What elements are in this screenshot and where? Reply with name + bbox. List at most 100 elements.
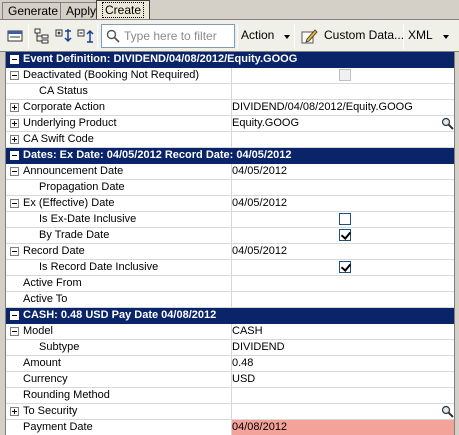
checkbox[interactable] [339, 229, 351, 241]
property-value-cell[interactable]: 04/05/2012 [231, 244, 454, 259]
property-row[interactable]: Active From [6, 276, 454, 292]
property-name: CA Swift Code [23, 133, 94, 145]
filter-box[interactable] [101, 24, 235, 48]
property-name: CA Status [39, 85, 88, 97]
collapse-icon[interactable] [10, 55, 19, 64]
property-row[interactable]: By Trade Date [6, 228, 454, 244]
property-value-cell[interactable] [231, 228, 454, 243]
property-value: USD [232, 373, 256, 385]
property-name: Payment Date [23, 421, 93, 433]
property-row[interactable]: Ex (Effective) Date 04/05/2012 [6, 196, 454, 212]
collapse-icon[interactable] [10, 327, 19, 336]
property-value-cell[interactable]: DIVIDEND [231, 340, 454, 355]
property-name: Corporate Action [23, 101, 105, 113]
tab-create[interactable]: Create [96, 0, 151, 20]
property-value-cell[interactable]: USD [231, 372, 454, 387]
property-value-cell[interactable]: 04/08/2012 [231, 420, 454, 435]
toolbar-separator [237, 24, 238, 49]
expand-all-icon[interactable] [55, 27, 73, 45]
property-value: Equity.GOOG [232, 117, 300, 129]
section-title: Event Definition: DIVIDEND/04/08/2012/Eq… [23, 53, 298, 65]
property-row[interactable]: Announcement Date 04/05/2012 [6, 164, 454, 180]
property-value-cell[interactable]: 0.48 [231, 356, 454, 371]
collapse-icon[interactable] [10, 247, 19, 256]
property-row[interactable]: CA Status [6, 84, 454, 100]
collapse-all-icon[interactable] [77, 27, 95, 45]
property-name: Ex (Effective) Date [23, 197, 115, 209]
property-value-cell[interactable]: CASH [231, 324, 454, 339]
section-header[interactable]: Event Definition: DIVIDEND/04/08/2012/Eq… [6, 52, 454, 68]
property-row[interactable]: Is Record Date Inclusive [6, 260, 454, 276]
checkbox[interactable] [339, 261, 351, 273]
property-value-cell[interactable]: 04/05/2012 [231, 196, 454, 211]
property-value-cell[interactable] [231, 68, 454, 83]
collapse-icon[interactable] [10, 71, 19, 80]
tab-generate[interactable]: Generate [2, 2, 65, 20]
property-value-cell[interactable] [231, 276, 454, 291]
property-value: CASH [232, 325, 263, 337]
property-value-cell[interactable] [231, 212, 454, 227]
property-row[interactable]: Rounding Method [6, 388, 454, 404]
toolbar: Action Custom Data... XML [0, 19, 459, 52]
property-row[interactable]: Record Date 04/05/2012 [6, 244, 454, 260]
property-value-cell[interactable] [231, 388, 454, 403]
property-value: 04/05/2012 [232, 165, 288, 177]
expand-icon[interactable] [10, 103, 19, 112]
action-dropdown[interactable]: Action [241, 24, 292, 49]
collapse-icon[interactable] [10, 199, 19, 208]
properties-icon[interactable] [6, 27, 24, 45]
expand-icon[interactable] [10, 135, 19, 144]
property-row[interactable]: CA Swift Code [6, 132, 454, 148]
edit-icon[interactable] [300, 27, 318, 45]
property-row[interactable]: Corporate Action DIVIDEND/04/08/2012/Equi… [6, 100, 454, 116]
property-value-cell[interactable]: Equity.GOOG [231, 116, 454, 131]
property-value-cell[interactable] [231, 292, 454, 307]
property-value-cell[interactable] [231, 132, 454, 147]
collapse-icon[interactable] [10, 311, 19, 320]
property-row[interactable]: Underlying Product Equity.GOOG [6, 116, 454, 132]
property-row[interactable]: Deactivated (Booking Not Required) [6, 68, 454, 84]
property-row[interactable]: To Security [6, 404, 454, 420]
property-value: DIVIDEND/04/08/2012/Equity.GOOG [232, 101, 413, 113]
section-header[interactable]: CASH: 0.48 USD Pay Date 04/08/2012 [6, 308, 454, 324]
tree-view-icon[interactable] [33, 27, 51, 45]
checkbox[interactable] [339, 213, 351, 225]
collapse-icon[interactable] [10, 151, 19, 160]
collapse-icon[interactable] [10, 167, 19, 176]
property-name: Underlying Product [23, 117, 117, 129]
magnifier-icon[interactable] [441, 405, 454, 418]
property-row[interactable]: Currency USD [6, 372, 454, 388]
magnifier-icon[interactable] [441, 117, 454, 130]
property-row[interactable]: Subtype DIVIDEND [6, 340, 454, 356]
property-row[interactable]: Payment Date 04/08/2012 [6, 420, 454, 435]
action-label: Action [241, 28, 275, 42]
property-row[interactable]: Is Ex-Date Inclusive [6, 212, 454, 228]
property-row[interactable]: Active To [6, 292, 454, 308]
property-value-cell[interactable] [231, 404, 454, 419]
property-value-cell[interactable]: DIVIDEND/04/08/2012/Equity.GOOG [231, 100, 454, 115]
property-row[interactable]: Propagation Date [6, 180, 454, 196]
property-value-cell[interactable] [231, 180, 454, 195]
xml-dropdown[interactable]: XML [408, 24, 454, 49]
property-value-cell[interactable] [231, 84, 454, 99]
section-header[interactable]: Dates: Ex Date: 04/05/2012 Record Date: … [6, 148, 454, 164]
property-row[interactable]: Amount 0.48 [6, 356, 454, 372]
property-value-cell[interactable] [231, 260, 454, 275]
property-name: Announcement Date [23, 165, 124, 177]
filter-input[interactable] [124, 28, 232, 44]
property-row[interactable]: Model CASH [6, 324, 454, 340]
property-name: To Security [23, 405, 78, 417]
expand-icon[interactable] [10, 407, 19, 416]
section-title: Dates: Ex Date: 04/05/2012 Record Date: … [23, 149, 292, 161]
property-name: Active From [23, 277, 82, 289]
property-name: Subtype [39, 341, 80, 353]
section-title: CASH: 0.48 USD Pay Date 04/08/2012 [23, 309, 217, 321]
custom-data-button[interactable]: Custom Data... [324, 24, 404, 49]
property-value: 04/08/2012 [232, 421, 288, 433]
filter-icon [106, 29, 120, 43]
property-value: 0.48 [232, 357, 254, 369]
property-value: 04/05/2012 [232, 245, 288, 257]
property-value-cell[interactable]: 04/05/2012 [231, 164, 454, 179]
tab-apply-label: Apply [66, 4, 97, 18]
expand-icon[interactable] [10, 119, 19, 128]
